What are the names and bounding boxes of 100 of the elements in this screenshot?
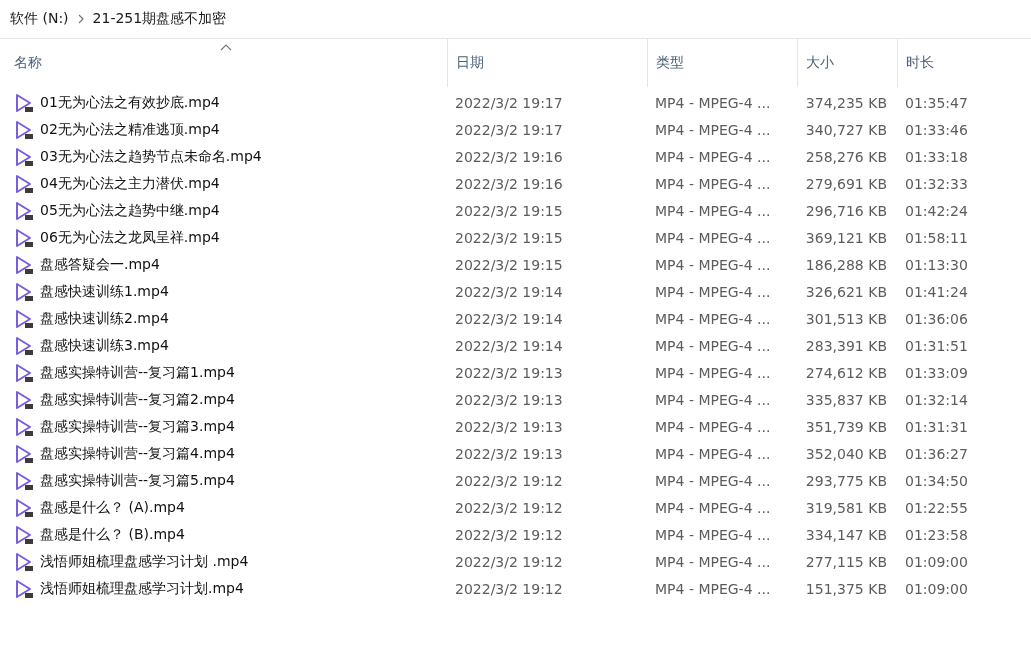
file-name[interactable]: 盘感实操特训营--复习篇1.mp4 bbox=[0, 359, 447, 386]
file-type: MP4 - MPEG-4 ... bbox=[654, 201, 772, 221]
file-date: 2022/3/2 19:13 bbox=[454, 390, 564, 410]
file-size: 374,235 KB bbox=[804, 93, 888, 113]
chevron-right-icon[interactable] bbox=[76, 14, 85, 24]
file-length: 01:33:46 bbox=[904, 120, 969, 140]
video-file-icon bbox=[14, 389, 34, 410]
file-name[interactable]: 01无为心法之有效抄底.mp4 bbox=[0, 89, 447, 116]
file-length: 01:34:50 bbox=[904, 471, 969, 491]
file-size: 319,581 KB bbox=[804, 498, 888, 518]
video-file-icon bbox=[14, 146, 34, 167]
file-length: 01:41:24 bbox=[904, 282, 969, 302]
video-file-icon bbox=[14, 227, 34, 248]
file-size: 151,375 KB bbox=[804, 579, 888, 599]
file-size: 296,716 KB bbox=[804, 201, 888, 221]
breadcrumb-item[interactable]: 21-251期盘感不加密 bbox=[92, 10, 227, 28]
file-name[interactable]: 浅悟师姐梳理盘感学习计划 .mp4 bbox=[0, 548, 447, 575]
file-size: 369,121 KB bbox=[804, 228, 888, 248]
file-date: 2022/3/2 19:17 bbox=[454, 93, 564, 113]
file-length: 01:35:47 bbox=[904, 93, 969, 113]
video-file-icon bbox=[14, 281, 34, 302]
file-length: 01:42:24 bbox=[904, 201, 969, 221]
file-type: MP4 - MPEG-4 ... bbox=[654, 525, 772, 545]
file-name[interactable]: 盘感答疑会一.mp4 bbox=[0, 251, 447, 278]
file-name[interactable]: 03无为心法之趋势节点未命名.mp4 bbox=[0, 143, 447, 170]
video-file-icon bbox=[14, 254, 34, 275]
file-length: 01:13:30 bbox=[904, 255, 969, 275]
file-type: MP4 - MPEG-4 ... bbox=[654, 336, 772, 356]
column-header[interactable]: 大小 bbox=[797, 39, 897, 87]
video-file-icon bbox=[14, 443, 34, 464]
column-header[interactable]: 名称 bbox=[0, 39, 447, 87]
file-date: 2022/3/2 19:14 bbox=[454, 336, 564, 356]
video-file-icon bbox=[14, 200, 34, 221]
file-name[interactable]: 盘感快速训练1.mp4 bbox=[0, 278, 447, 305]
file-size: 274,612 KB bbox=[804, 363, 888, 383]
video-file-icon bbox=[14, 119, 34, 140]
file-name[interactable]: 盘感是什么？ (B).mp4 bbox=[0, 521, 447, 548]
file-size: 351,739 KB bbox=[804, 417, 888, 437]
video-file-icon bbox=[14, 416, 34, 437]
file-type: MP4 - MPEG-4 ... bbox=[654, 579, 772, 599]
file-name[interactable]: 盘感快速训练2.mp4 bbox=[0, 305, 447, 332]
file-name[interactable]: 05无为心法之趋势中继.mp4 bbox=[0, 197, 447, 224]
file-size: 293,775 KB bbox=[804, 471, 888, 491]
video-file-icon bbox=[14, 173, 34, 194]
file-name[interactable]: 浅悟师姐梳理盘感学习计划.mp4 bbox=[0, 575, 447, 602]
file-type: MP4 - MPEG-4 ... bbox=[654, 444, 772, 464]
file-name[interactable]: 02无为心法之精准逃顶.mp4 bbox=[0, 116, 447, 143]
file-size: 335,837 KB bbox=[804, 390, 888, 410]
file-length: 01:58:11 bbox=[904, 228, 969, 248]
file-date: 2022/3/2 19:16 bbox=[454, 147, 564, 167]
video-file-icon bbox=[14, 524, 34, 545]
file-date: 2022/3/2 19:13 bbox=[454, 444, 564, 464]
file-length: 01:33:18 bbox=[904, 147, 969, 167]
file-type: MP4 - MPEG-4 ... bbox=[654, 174, 772, 194]
file-size: 340,727 KB bbox=[804, 120, 888, 140]
file-name[interactable]: 盘感实操特训营--复习篇3.mp4 bbox=[0, 413, 447, 440]
breadcrumb-item[interactable]: 软件 (N:) bbox=[10, 10, 69, 28]
file-date: 2022/3/2 19:16 bbox=[454, 174, 564, 194]
file-date: 2022/3/2 19:17 bbox=[454, 120, 564, 140]
file-name[interactable]: 04无为心法之主力潜伏.mp4 bbox=[0, 170, 447, 197]
file-name[interactable]: 盘感快速训练3.mp4 bbox=[0, 332, 447, 359]
file-name[interactable]: 盘感实操特训营--复习篇5.mp4 bbox=[0, 467, 447, 494]
file-name[interactable]: 盘感实操特训营--复习篇2.mp4 bbox=[0, 386, 447, 413]
file-type: MP4 - MPEG-4 ... bbox=[654, 471, 772, 491]
file-date: 2022/3/2 19:12 bbox=[454, 498, 564, 518]
file-type: MP4 - MPEG-4 ... bbox=[654, 309, 772, 329]
file-size: 301,513 KB bbox=[804, 309, 888, 329]
file-type: MP4 - MPEG-4 ... bbox=[654, 120, 772, 140]
file-type: MP4 - MPEG-4 ... bbox=[654, 498, 772, 518]
file-size: 326,621 KB bbox=[804, 282, 888, 302]
column-header[interactable]: 日期 bbox=[447, 39, 647, 87]
file-date: 2022/3/2 19:15 bbox=[454, 228, 564, 248]
file-length: 01:09:00 bbox=[904, 552, 969, 572]
file-date: 2022/3/2 19:13 bbox=[454, 363, 564, 383]
file-type: MP4 - MPEG-4 ... bbox=[654, 417, 772, 437]
file-size: 258,276 KB bbox=[804, 147, 888, 167]
video-file-icon bbox=[14, 470, 34, 491]
file-type: MP4 - MPEG-4 ... bbox=[654, 390, 772, 410]
video-file-icon bbox=[14, 362, 34, 383]
file-size: 277,115 KB bbox=[804, 552, 888, 572]
file-name[interactable]: 盘感是什么？ (A).mp4 bbox=[0, 494, 447, 521]
video-file-icon bbox=[14, 551, 34, 572]
file-length: 01:22:55 bbox=[904, 498, 969, 518]
file-size: 279,691 KB bbox=[804, 174, 888, 194]
file-date: 2022/3/2 19:14 bbox=[454, 309, 564, 329]
file-length: 01:09:00 bbox=[904, 579, 969, 599]
file-type: MP4 - MPEG-4 ... bbox=[654, 282, 772, 302]
file-date: 2022/3/2 19:12 bbox=[454, 471, 564, 491]
column-header[interactable]: 类型 bbox=[647, 39, 797, 87]
file-length: 01:32:14 bbox=[904, 390, 969, 410]
file-type: MP4 - MPEG-4 ... bbox=[654, 93, 772, 113]
file-name[interactable]: 06无为心法之龙凤呈祥.mp4 bbox=[0, 224, 447, 251]
column-header[interactable]: 时长 bbox=[897, 39, 1031, 87]
file-length: 01:31:51 bbox=[904, 336, 969, 356]
file-date: 2022/3/2 19:14 bbox=[454, 282, 564, 302]
file-type: MP4 - MPEG-4 ... bbox=[654, 363, 772, 383]
file-name[interactable]: 盘感实操特训营--复习篇4.mp4 bbox=[0, 440, 447, 467]
video-file-icon bbox=[14, 92, 34, 113]
file-size: 283,391 KB bbox=[804, 336, 888, 356]
file-date: 2022/3/2 19:15 bbox=[454, 255, 564, 275]
